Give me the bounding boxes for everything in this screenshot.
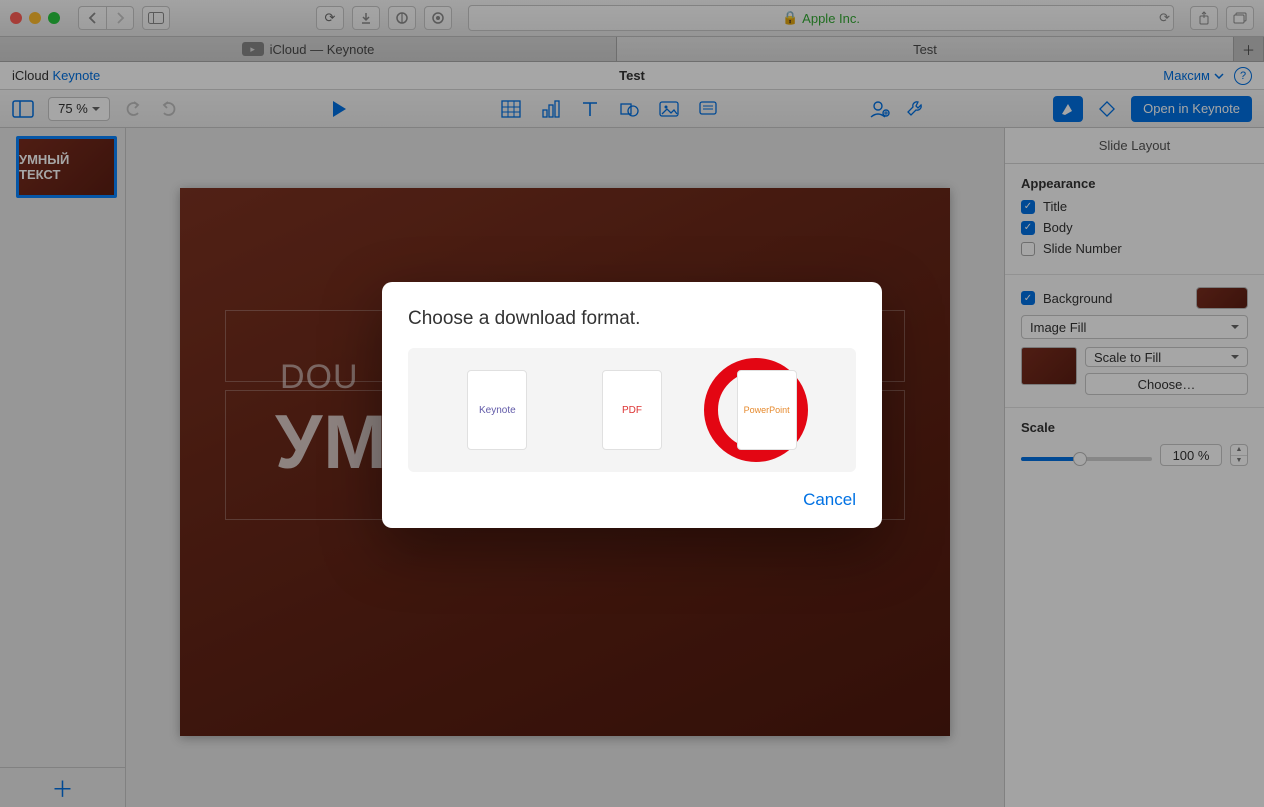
modal-title: Choose a download format. bbox=[408, 308, 856, 330]
download-format-modal: Choose a download format. Keynote PDF Po… bbox=[382, 282, 882, 528]
format-keynote[interactable]: Keynote bbox=[467, 370, 527, 450]
cancel-button[interactable]: Cancel bbox=[803, 490, 856, 510]
format-powerpoint[interactable]: PowerPoint bbox=[737, 370, 797, 450]
format-pdf[interactable]: PDF bbox=[602, 370, 662, 450]
